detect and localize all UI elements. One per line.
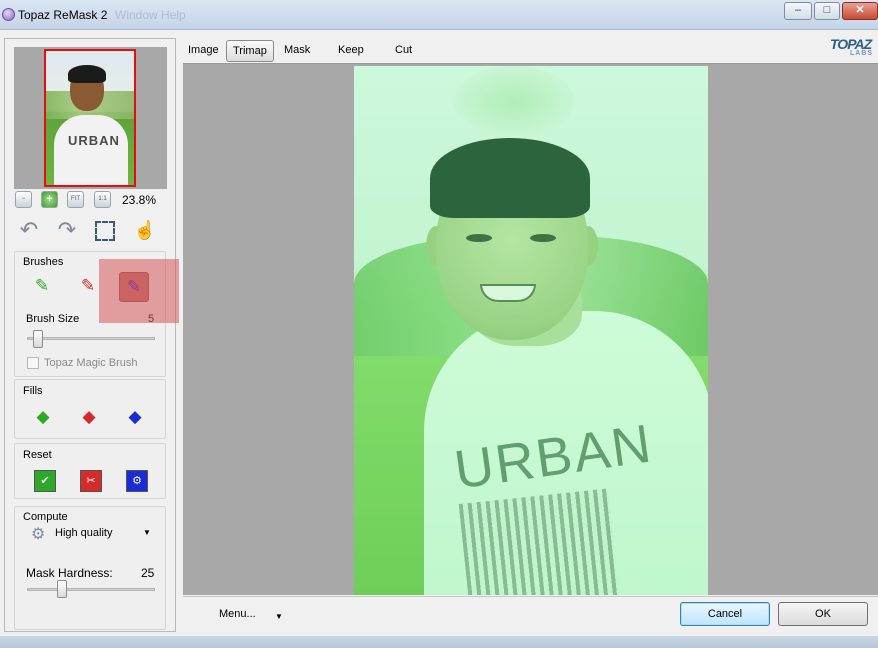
menu-arrow-icon[interactable]: ▼ (275, 612, 283, 621)
navigator-thumbnail[interactable]: URBAN (14, 47, 167, 189)
fills-group: Fills ◆ ◆ ◆ (14, 379, 166, 439)
left-panel: URBAN − + FIT 1:1 23.8% ↶ ↷ ☝ Brushes ✎ … (4, 38, 179, 632)
zoom-fit-button[interactable]: FIT (67, 191, 84, 208)
redo-icon[interactable]: ↷ (55, 219, 79, 243)
image-canvas[interactable]: URBAN (183, 63, 878, 595)
tab-image[interactable]: Image (184, 40, 223, 62)
zoom-out-button[interactable]: − (15, 191, 32, 208)
hand-icon[interactable]: ☝ (133, 219, 157, 243)
brush-size-slider[interactable] (32, 330, 43, 348)
keep-fill-icon[interactable]: ◆ (30, 404, 56, 430)
quality-dropdown[interactable]: ⚙ High quality ▼ (25, 523, 157, 545)
mask-hardness-slider[interactable] (56, 580, 67, 598)
keep-reset-icon[interactable]: ✔ (34, 470, 56, 492)
magic-brush-label: Topaz Magic Brush (44, 357, 138, 369)
magic-brush-checkbox[interactable] (27, 357, 39, 369)
quality-gear-icon: ⚙ (31, 526, 46, 543)
minimize-button[interactable]: – (784, 2, 812, 20)
mask-hardness-label: Mask Hardness: (26, 566, 113, 580)
chevron-down-icon: ▼ (143, 528, 151, 537)
fills-label: Fills (23, 385, 43, 397)
logo-sub: LABS (850, 50, 874, 57)
view-tabs: Image Trimap Mask Keep Cut (184, 40, 604, 62)
compute-group: Compute ⚙ High quality ▼ Mask Hardness: … (14, 506, 166, 630)
mask-hardness-track[interactable] (27, 588, 155, 591)
background-window-title: Window Help (115, 8, 186, 22)
thumbnail-viewport-frame[interactable]: URBAN (44, 49, 136, 187)
zoom-actual-button[interactable]: 1:1 (94, 191, 111, 208)
cut-reset-icon[interactable]: ✂ (80, 470, 102, 492)
tab-cut[interactable]: Cut (391, 40, 416, 62)
bottom-bar: Menu... ▼ Cancel OK (183, 596, 878, 632)
app-icon (2, 8, 15, 21)
quality-value: High quality (55, 527, 113, 539)
menu-button[interactable]: Menu... (219, 608, 256, 620)
thumbnail-shirt (54, 115, 128, 185)
cancel-button[interactable]: Cancel (680, 602, 770, 626)
trimap-overlay (354, 66, 708, 595)
zoom-level: 23.8% (122, 193, 157, 207)
close-button[interactable]: ✕ (842, 2, 878, 20)
compute-fill-icon[interactable]: ◆ (122, 404, 148, 430)
selection-icon[interactable] (95, 221, 115, 241)
trimap-photo[interactable]: URBAN (354, 66, 708, 595)
thumbnail-hair (68, 65, 106, 83)
tab-trimap[interactable]: Trimap (226, 40, 274, 62)
tool-row: ↶ ↷ ☝ (15, 219, 165, 245)
compute-reset-icon[interactable]: ⚙ (126, 470, 148, 492)
undo-icon[interactable]: ↶ (17, 219, 41, 243)
window-title: Topaz ReMask 2 (18, 8, 108, 22)
topaz-logo: TOPAZ LABS (830, 36, 878, 62)
cut-fill-icon[interactable]: ◆ (76, 404, 102, 430)
remask-window: Topaz ReMask 2 Window Help – □ ✕ URBAN −… (0, 0, 878, 648)
reset-label: Reset (23, 449, 52, 461)
thumbnail-shirt-text: URBAN (68, 133, 120, 148)
maximize-button[interactable]: □ (814, 2, 840, 20)
tab-mask[interactable]: Mask (280, 40, 314, 62)
zoom-in-button[interactable]: + (41, 191, 58, 208)
keep-brush-icon[interactable]: ✎ (27, 272, 57, 302)
tab-keep[interactable]: Keep (334, 40, 368, 62)
active-brush-highlight (99, 259, 179, 323)
title-bar: Topaz ReMask 2 Window Help – □ ✕ (0, 0, 878, 30)
reset-group: Reset ✔ ✂ ⚙ (14, 443, 166, 499)
brushes-label: Brushes (23, 256, 64, 268)
brush-size-label: Brush Size (26, 313, 80, 325)
brush-size-track[interactable] (27, 337, 155, 340)
taskbar-strip (0, 636, 878, 648)
ok-button[interactable]: OK (778, 602, 868, 626)
compute-label: Compute (23, 511, 68, 523)
mask-hardness-value: 25 (141, 566, 155, 580)
